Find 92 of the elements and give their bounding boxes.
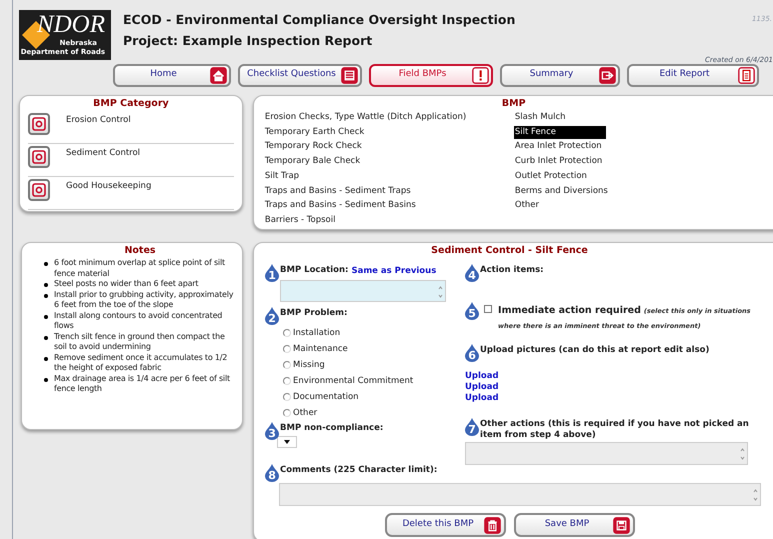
bullet-icon [44, 294, 48, 298]
field-label: BMP non-compliance: [280, 423, 384, 434]
field-label: BMP Location: [280, 265, 348, 276]
bmp-item[interactable]: Temporary Bale Check [264, 155, 362, 169]
step-number: 2 [265, 307, 280, 325]
category-item[interactable]: Good Housekeeping [66, 179, 152, 193]
radio-button[interactable] [283, 329, 292, 337]
note-text: Install along contours to avoid concentrated flows [54, 310, 224, 332]
field-label: Upload pictures (can do this at report edit also) [480, 345, 710, 356]
bmp-item[interactable]: Other [514, 199, 540, 213]
bmp-item[interactable]: Erosion Checks, Type Wattle (Ditch Application) [264, 111, 468, 125]
caret-icon [284, 440, 290, 444]
radio-button[interactable] [283, 345, 292, 353]
scroll-arrows-icon[interactable] [753, 488, 758, 502]
field-label: Comments (225 Character limit): [280, 465, 438, 476]
bullet-icon [44, 356, 48, 360]
panel-title: Notes [123, 244, 157, 258]
note-text: Remove sediment once it accumulates to 1/2 the height of exposed fabric [54, 352, 228, 374]
home-icon [210, 66, 227, 84]
scroll-arrows-icon[interactable] [740, 447, 746, 461]
radio-button[interactable] [283, 409, 292, 417]
nav-tab[interactable]: Summary [500, 64, 620, 86]
step-number: 5 [465, 302, 480, 320]
bmp-item[interactable]: Area Inlet Protection [514, 140, 603, 154]
nav-tab[interactable]: Field BMPs [369, 64, 493, 86]
bmp-item[interactable]: Traps and Basins - Sediment Traps [264, 184, 412, 198]
bmp-item[interactable]: Outlet Protection [514, 170, 588, 184]
panel-title: BMP Category [92, 97, 170, 111]
bullet-icon [44, 378, 48, 382]
checkbox[interactable] [484, 305, 492, 313]
note-text: Trench silt fence in ground then compact the soil to avoid undermining [54, 332, 226, 352]
radio-button[interactable] [283, 377, 292, 385]
list-icon [341, 66, 358, 84]
scroll-arrows-icon[interactable] [438, 285, 444, 299]
panel-title: BMP [502, 97, 527, 111]
bmp-item[interactable]: Curb Inlet Protection [514, 155, 604, 169]
bmp-item[interactable]: Silt Trap [264, 170, 300, 184]
bullet-icon [44, 262, 48, 266]
category-item[interactable]: Erosion Control [66, 113, 131, 127]
document-icon [738, 66, 755, 84]
trash-icon [484, 516, 501, 534]
target-icon[interactable] [28, 146, 50, 168]
field-label: BMP Problem: [280, 308, 348, 319]
form-button[interactable]: Save BMP [514, 513, 635, 537]
bmp-item[interactable]: Barriers - Topsoil [264, 214, 336, 228]
bmp-item[interactable]: Slash Mulch [514, 111, 567, 125]
option-label: Environmental Commitment [293, 374, 414, 388]
target-icon[interactable] [28, 113, 50, 136]
bmp-item[interactable]: Traps and Basins - Sediment Basins [264, 199, 417, 213]
exclamation-icon [472, 66, 489, 84]
bullet-icon [44, 336, 48, 340]
field-label: Action items: [480, 265, 544, 276]
upload-link[interactable]: Upload [465, 371, 499, 382]
bmp-item[interactable]: Temporary Rock Check [264, 140, 363, 154]
note-text: Install prior to grubbing activity, approximately 6 feet from the toe of the slope [54, 290, 234, 310]
radio-button[interactable] [283, 393, 292, 401]
bullet-icon [44, 283, 48, 287]
step-number: 3 [265, 422, 280, 440]
nav-tab[interactable]: Edit Report [627, 64, 759, 86]
target-icon[interactable] [28, 179, 50, 202]
option-label: Missing [293, 358, 325, 372]
step-number: 6 [465, 344, 480, 362]
nav-tab[interactable]: Checklist Questions [238, 64, 362, 86]
note-text: Steel posts no wider than 6 feet apart [54, 279, 198, 290]
bmp-item[interactable]: Berms and Diversions [514, 184, 609, 198]
option-label: Other [293, 406, 318, 420]
form-button[interactable]: Delete this BMP [384, 513, 506, 537]
same-as-previous-link[interactable]: Same as Previous [351, 265, 436, 278]
save-icon [612, 516, 630, 534]
dropdown[interactable] [277, 436, 298, 448]
nav-tab[interactable]: Home [113, 64, 231, 86]
page-subtitle: Project: Example Inspection Report [123, 32, 374, 50]
bullet-icon [44, 314, 48, 318]
field-label: Other actions (this is required if you have not picked an item from step 4 above) [480, 419, 750, 441]
upload-link[interactable]: Upload [465, 382, 499, 393]
bmp-item[interactable]: Silt Fence [514, 126, 606, 140]
note-text: Max drainage area is 1/4 acre per 6 feet of silt fence length [54, 374, 231, 394]
page-title: ECOD - Environmental Compliance Oversight Inspection [123, 11, 516, 29]
option-label: Maintenance [293, 342, 348, 356]
step-number: 1 [265, 264, 280, 282]
option-label: Documentation [293, 390, 359, 404]
category-item[interactable]: Sediment Control [66, 146, 140, 160]
step-number: 8 [265, 464, 280, 482]
option-label: Installation [293, 326, 340, 340]
bmp-item[interactable]: Temporary Earth Check [264, 126, 366, 140]
upload-link[interactable]: Upload [465, 393, 499, 404]
step-number: 4 [465, 264, 480, 282]
note-text: 6 foot minimum overlap at splice point of silt fence material [54, 258, 226, 279]
radio-button[interactable] [283, 361, 292, 369]
panel-title: Sediment Control - Silt Fence [430, 244, 589, 258]
step-number: 7 [465, 418, 480, 436]
arrow-exit-icon [599, 66, 616, 84]
